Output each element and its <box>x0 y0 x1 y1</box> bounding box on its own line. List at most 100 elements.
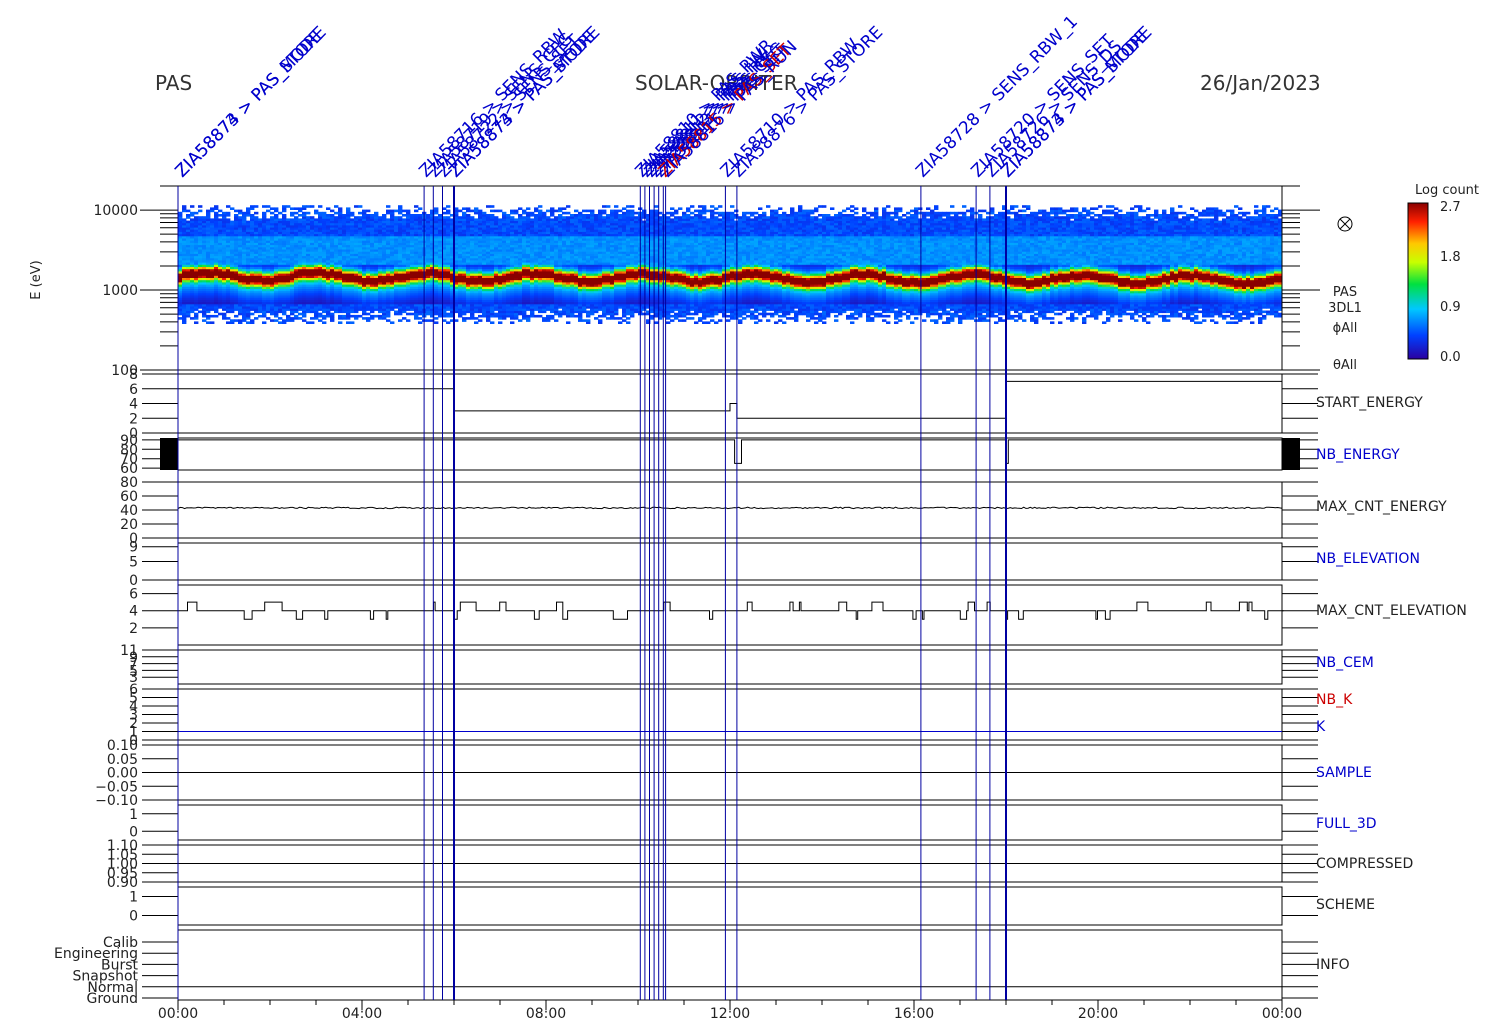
spectrogram-cell <box>282 205 287 208</box>
spectrogram-cell <box>434 317 439 320</box>
spectrogram-cell <box>394 310 399 314</box>
spectrogram-cell <box>466 214 471 217</box>
spectrogram-cell <box>210 207 215 210</box>
spectrogram-cell <box>486 214 491 217</box>
spectrogram-cell <box>486 205 491 208</box>
spectrogram-cell <box>278 211 283 215</box>
spectrogram-cell <box>458 209 463 213</box>
spectrogram-cell <box>474 218 479 221</box>
spectrogram-cell <box>426 214 431 217</box>
spectrogram-cell <box>286 205 291 208</box>
spectrogram-cell <box>358 205 363 208</box>
spectrogram-cell <box>350 218 355 221</box>
spectrogram-cell <box>386 319 391 322</box>
spectrogram-cell <box>354 205 359 208</box>
spectrogram-cell <box>354 314 359 318</box>
spectrogram-cell <box>202 216 207 219</box>
spectrogram-cell <box>514 209 519 213</box>
spectrogram-cell <box>246 321 251 324</box>
spectrogram-cell <box>310 205 315 208</box>
spectrogram-cell <box>474 321 479 324</box>
spectrogram-cell <box>238 209 243 213</box>
spectrogram-cell <box>398 319 403 322</box>
spectrogram-cell <box>370 214 375 217</box>
spectrogram-cell <box>366 312 371 316</box>
spectrogram-cell <box>326 207 331 210</box>
spectrogram-cell <box>234 209 239 213</box>
spectrogram-cell <box>350 314 355 318</box>
spectrogram-cell <box>342 214 347 217</box>
spectrogram-cell <box>218 209 223 213</box>
spectrogram-cell <box>398 205 403 208</box>
spectrogram-cell <box>582 209 587 213</box>
spectrogram-cell <box>434 321 439 324</box>
spectrogram-cell <box>222 211 227 215</box>
spectrogram-cell <box>418 214 423 217</box>
spectrogram-cell <box>270 216 275 219</box>
spectrogram-cell <box>254 216 259 219</box>
spectrogram-cell <box>586 209 591 213</box>
spectrogram-cell <box>290 218 295 221</box>
spectrogram-cell <box>298 317 303 320</box>
spectrogram-cell <box>402 317 407 320</box>
spectrogram-cell <box>574 209 579 213</box>
spectrogram-cell <box>526 314 531 318</box>
spectrogram-cell <box>386 218 391 221</box>
spectrogram-cell <box>194 211 199 215</box>
spectrogram-cell <box>446 312 451 316</box>
spectrogram-cell <box>330 312 335 316</box>
spectrogram-cell <box>186 214 191 217</box>
spectrogram-cell <box>234 314 239 318</box>
spectrogram-cell <box>230 220 235 224</box>
spectrogram-cell <box>530 218 535 221</box>
spectrogram-cell <box>342 314 347 318</box>
spectrogram-cell <box>254 205 259 208</box>
spectrogram-cell <box>374 211 379 215</box>
spectrogram-cell <box>346 207 351 210</box>
spectrogram-cell <box>282 214 287 217</box>
spectrogram-cell <box>298 207 303 210</box>
spectrogram-cell <box>306 321 311 324</box>
spectrogram-cell <box>474 207 479 210</box>
spectrogram-cell <box>250 312 255 316</box>
spectrogram-cell <box>226 211 231 215</box>
spectrogram-cell <box>218 214 223 217</box>
spectrogram-cell <box>206 314 211 318</box>
spectrogram-cell <box>566 321 571 324</box>
spectrogram-cell <box>470 216 475 219</box>
spectrogram-cell <box>550 314 555 318</box>
spectrogram-cell <box>518 214 523 217</box>
energy-spectrogram: 100001000100 <box>93 185 1320 379</box>
spectrogram-cell <box>462 211 467 215</box>
spectrogram-cell <box>418 321 423 324</box>
spectrogram-cell <box>298 214 303 217</box>
spectrogram-cell <box>558 214 563 217</box>
spectrogram-cell <box>258 218 263 221</box>
spectrogram-cell <box>250 205 255 208</box>
spectrogram-cell <box>390 321 395 324</box>
pas-overview-figure: PAS SOLAR-ORBITER 26/Jan/2023 1000010001… <box>29 12 1479 1020</box>
spectrogram-cell <box>538 209 543 213</box>
spectrogram-cell <box>270 319 275 322</box>
spectrogram-cell <box>234 214 239 217</box>
spectrogram-cell <box>366 209 371 213</box>
spectrogram-cell <box>398 216 403 219</box>
spectrogram-cell <box>226 218 231 221</box>
spectrogram-cell <box>394 216 399 219</box>
spectrogram-cell <box>366 317 371 320</box>
spectrogram-cell <box>518 319 523 322</box>
spectrogram-cell <box>346 321 351 324</box>
spectrogram-cell <box>510 216 515 219</box>
spectrogram-cell <box>278 321 283 324</box>
spectrogram-cell <box>518 207 523 210</box>
spectrogram-cell <box>298 218 303 221</box>
spectrogram-cell <box>534 214 539 217</box>
spectrogram-cell <box>182 218 187 221</box>
spectrogram-cell <box>546 314 551 318</box>
spectrogram-cell <box>198 216 203 219</box>
spectrogram-cell <box>374 314 379 318</box>
spectrogram-cell <box>306 211 311 215</box>
spectrogram-cell <box>554 216 559 219</box>
spectrogram-cell <box>182 205 187 208</box>
spectrogram-cell <box>478 209 483 213</box>
